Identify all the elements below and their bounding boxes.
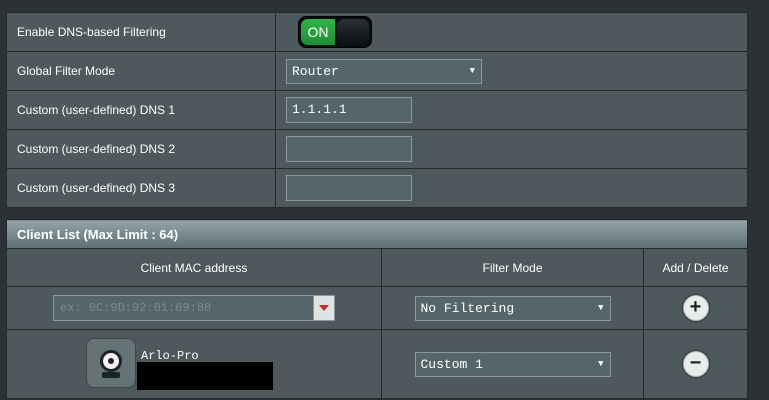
column-header-add-delete: Add / Delete — [643, 248, 748, 287]
settings-row-enable-filtering: Enable DNS-based Filtering ON — [6, 12, 748, 52]
toggle-on-label: ON — [301, 19, 335, 45]
settings-row-dns3: Custom (user-defined) DNS 3 — [6, 168, 748, 208]
dns-filter-settings-table: Enable DNS-based Filtering ON Global Fil… — [6, 12, 748, 208]
settings-row-dns2: Custom (user-defined) DNS 2 — [6, 129, 748, 169]
mac-address-input[interactable]: ex: 0C:9D:92:01:69:80 — [53, 295, 335, 321]
plus-circle-icon[interactable]: + — [682, 295, 709, 321]
chevron-down-icon: ▼ — [598, 302, 604, 313]
client-entry-row: Arlo-Pro Custom 1 ▼ − — [6, 329, 748, 399]
dns3-input[interactable] — [286, 175, 412, 201]
chevron-down-icon: ▼ — [469, 65, 475, 76]
settings-row-global-filter-mode: Global Filter Mode Router ▼ — [6, 51, 748, 91]
dns1-label: Custom (user-defined) DNS 1 — [6, 90, 276, 130]
webcam-icon — [86, 338, 136, 388]
device-cell: Arlo-Pro — [7, 331, 381, 397]
new-entry-filter-mode-select[interactable]: No Filtering ▼ — [414, 295, 611, 321]
new-entry-filter-mode-value: No Filtering — [420, 300, 515, 316]
client-list-table: Client List (Max Limit : 64) Client MAC … — [6, 219, 748, 399]
minus-circle-icon[interactable]: − — [682, 351, 709, 377]
dns2-label: Custom (user-defined) DNS 2 — [6, 129, 276, 169]
toggle-knob — [337, 19, 369, 45]
global-filter-mode-select[interactable]: Router ▼ — [286, 58, 482, 84]
dns2-input[interactable] — [286, 136, 412, 162]
settings-row-dns1: Custom (user-defined) DNS 1 1.1.1.1 — [6, 90, 748, 130]
dns3-label: Custom (user-defined) DNS 3 — [6, 168, 276, 208]
client-list-header-row: Client MAC address Filter Mode Add / Del… — [6, 248, 748, 287]
entry-filter-mode-select[interactable]: Custom 1 ▼ — [414, 351, 611, 377]
global-filter-mode-label: Global Filter Mode — [6, 51, 276, 91]
mac-dropdown-button[interactable] — [313, 296, 334, 320]
entry-filter-mode-value: Custom 1 — [420, 356, 483, 372]
column-header-filter-mode: Filter Mode — [381, 248, 644, 287]
device-name: Arlo-Pro — [141, 349, 199, 363]
redacted-mac-address — [137, 362, 273, 390]
chevron-down-icon: ▼ — [598, 358, 604, 369]
client-new-entry-row: ex: 0C:9D:92:01:69:80 No Filtering ▼ + — [6, 286, 748, 330]
column-header-mac: Client MAC address — [6, 248, 382, 287]
dns1-input[interactable]: 1.1.1.1 — [286, 97, 412, 123]
mac-address-placeholder: ex: 0C:9D:92:01:69:80 — [60, 301, 212, 315]
enable-filtering-label: Enable DNS-based Filtering — [6, 12, 276, 52]
client-list-title: Client List (Max Limit : 64) — [6, 219, 748, 249]
enable-filtering-toggle[interactable]: ON — [298, 16, 372, 48]
global-filter-mode-value: Router — [292, 63, 339, 79]
